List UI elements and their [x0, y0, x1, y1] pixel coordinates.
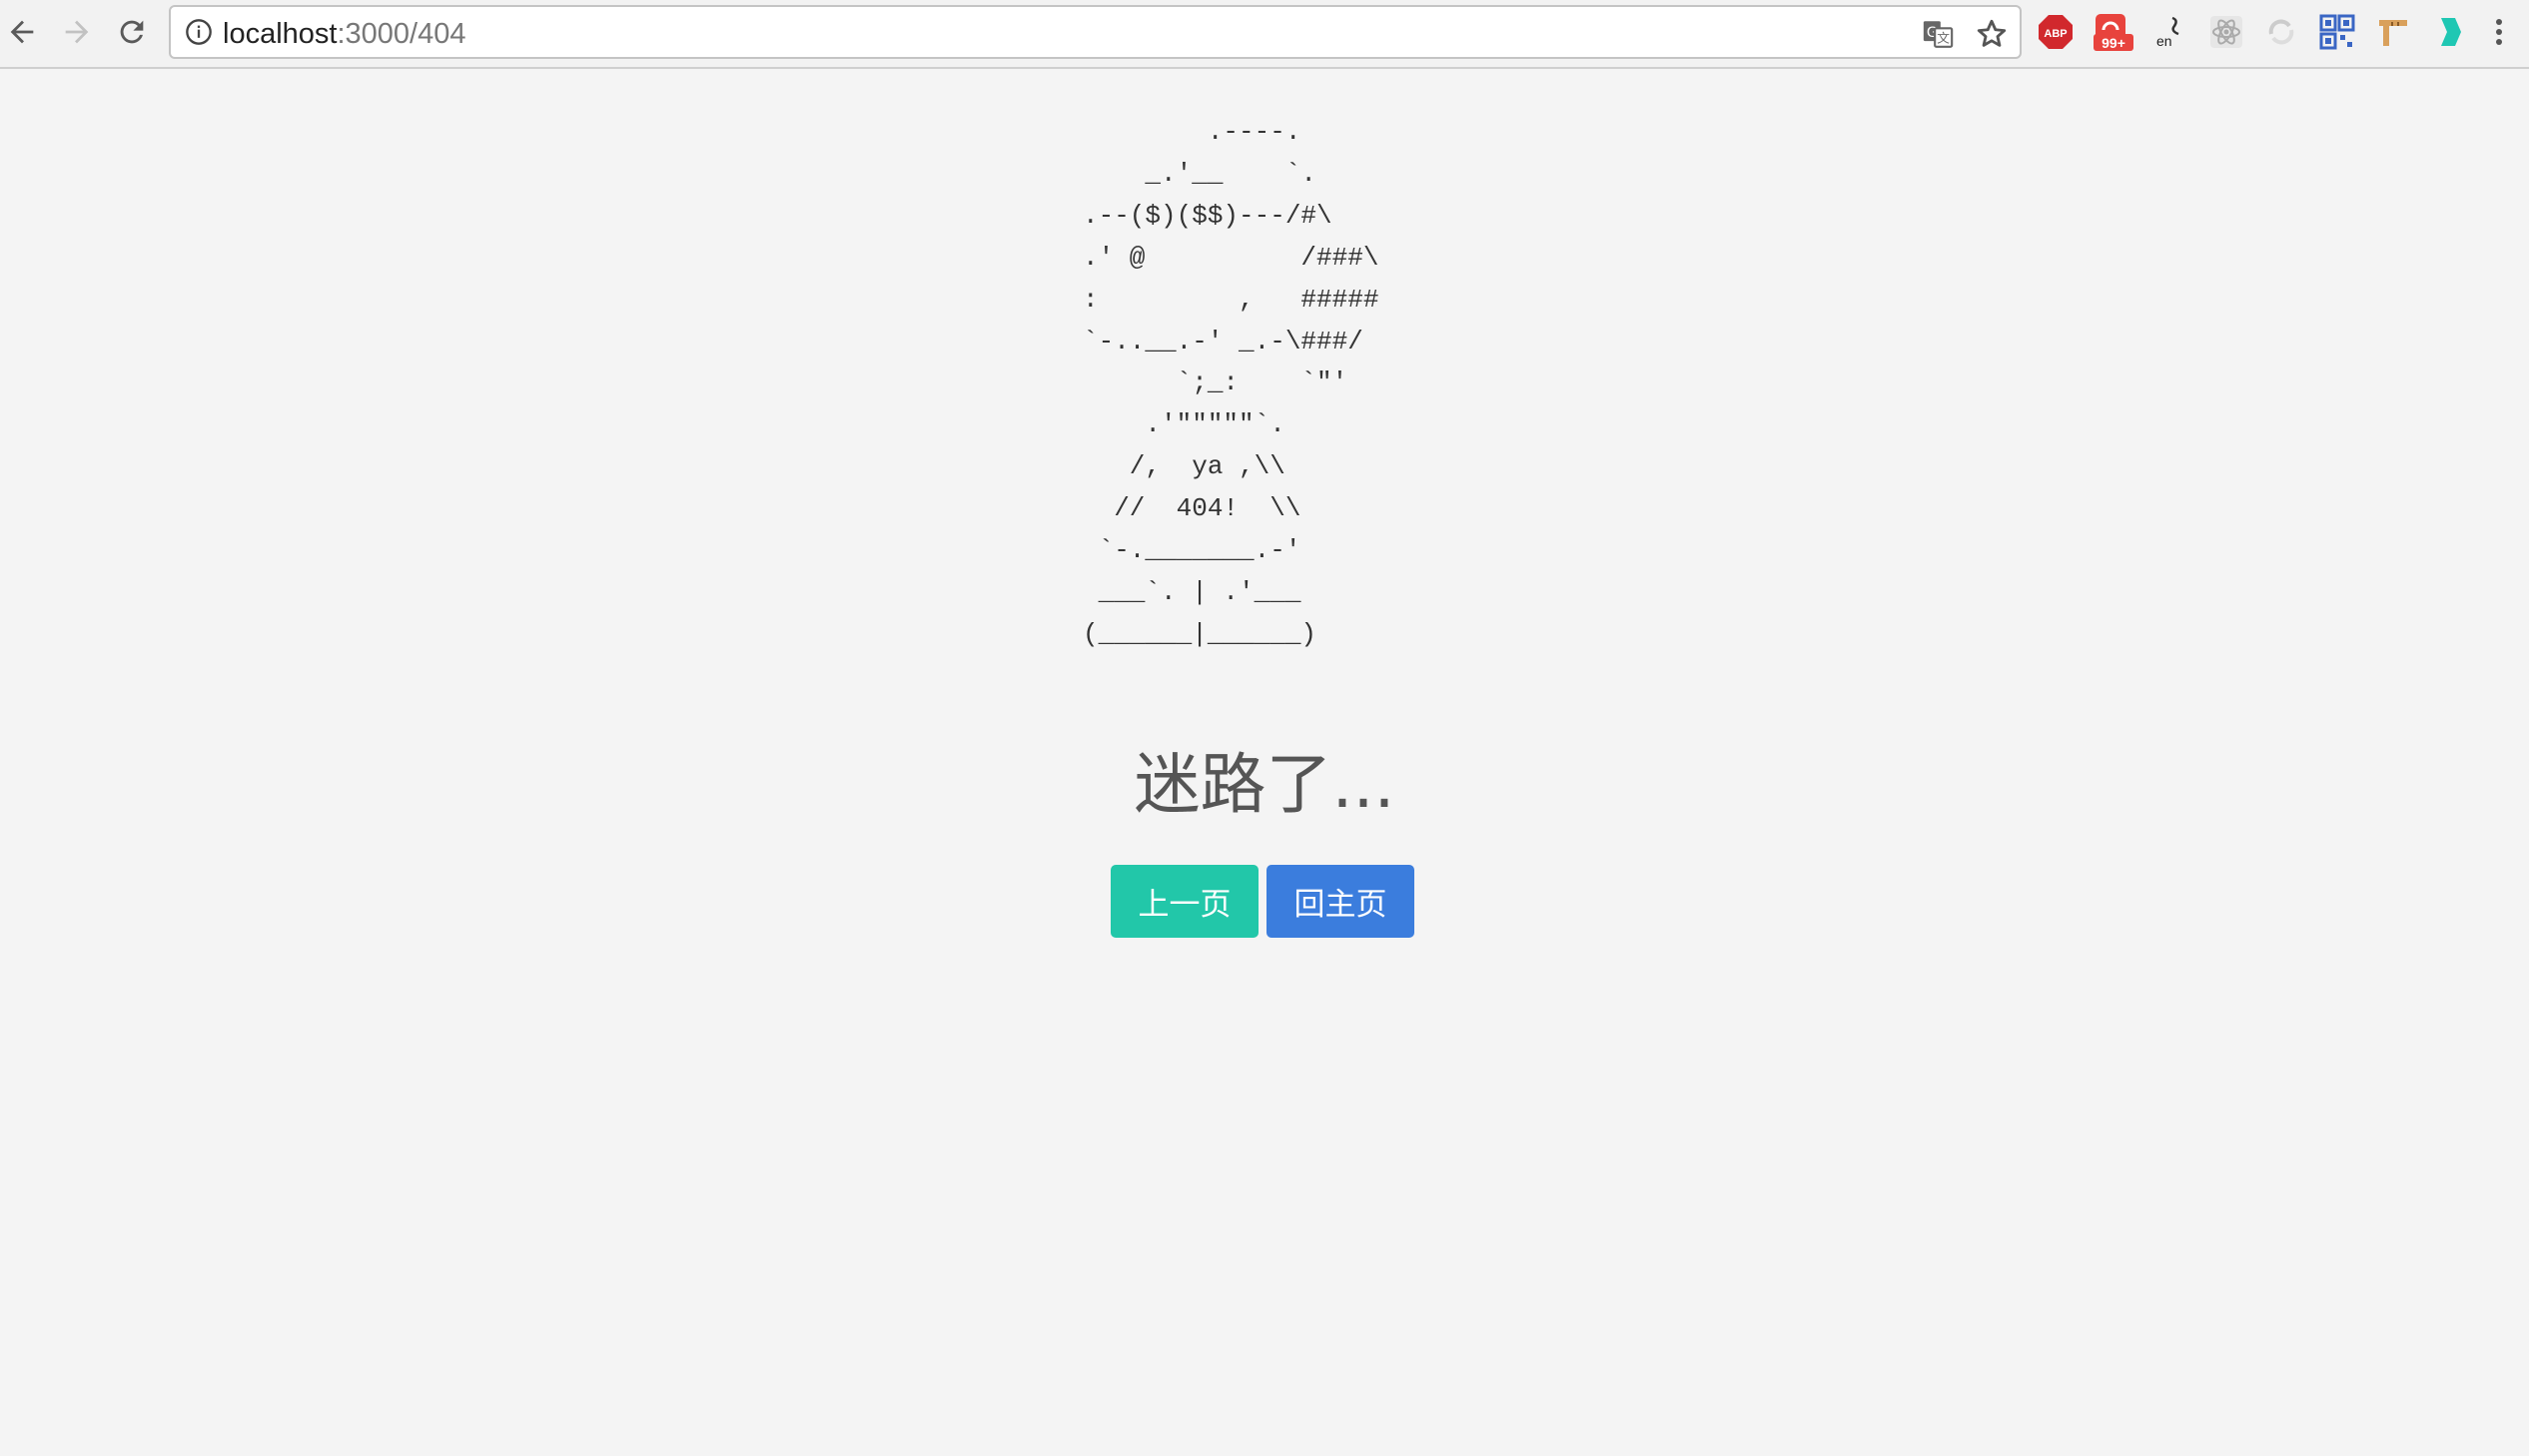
adblock-extension-icon[interactable]: ABP — [2038, 14, 2074, 50]
ruler-icon — [2379, 20, 2407, 46]
dictionary-icon: en — [2156, 16, 2179, 49]
svg-text:文: 文 — [1937, 32, 1950, 47]
translate-extension-icon[interactable]: en — [2152, 14, 2188, 50]
teal-leaf-icon — [2441, 18, 2461, 46]
info-icon[interactable] — [185, 18, 213, 46]
prev-page-button[interactable]: 上一页 — [1111, 865, 1259, 938]
react-devtools-extension-icon[interactable] — [2208, 14, 2244, 50]
translate-icon[interactable]: G 文 — [1921, 17, 1955, 51]
reload-icon — [120, 20, 144, 44]
react-atom-icon — [2210, 16, 2242, 48]
qrcode-extension-icon[interactable] — [2319, 14, 2355, 50]
url-path: :3000/404 — [337, 18, 466, 50]
url-host: localhost — [223, 18, 338, 50]
ascii-art-404: .----. _.'__ `. .--($)($$)---/#\ .' @ /#… — [1083, 117, 1379, 649]
page-content: .----. _.'__ `. .--($)($$)---/#\ .' @ /#… — [0, 71, 2529, 1456]
ruler-extension-icon[interactable] — [2375, 14, 2411, 50]
qrcode-icon — [2319, 14, 2355, 50]
badge-count: 99+ — [2102, 35, 2125, 51]
dictionary-label: en — [2156, 33, 2172, 49]
more-vert-icon — [2496, 19, 2502, 45]
browser-toolbar: localhost:3000/404 G 文 ABP 99+ en — [0, 0, 2529, 69]
adblock-icon: ABP — [2039, 15, 2073, 49]
bookmark-star-icon[interactable] — [1975, 17, 2009, 51]
browser-menu-button[interactable] — [2487, 14, 2511, 50]
url-text[interactable]: localhost:3000/404 — [223, 15, 465, 53]
mail-badge-icon: 99+ — [2094, 14, 2133, 51]
forward-button[interactable] — [55, 10, 99, 54]
forward-arrow-icon — [65, 20, 89, 44]
sync-extension-icon[interactable] — [2263, 14, 2299, 50]
swirl-icon — [2268, 19, 2294, 45]
notification-extension-icon[interactable]: 99+ — [2092, 14, 2135, 51]
back-button[interactable] — [0, 10, 44, 54]
bookmark-extension-icon[interactable] — [2431, 14, 2467, 50]
home-page-button[interactable]: 回主页 — [1266, 865, 1414, 938]
address-bar[interactable]: localhost:3000/404 G 文 — [169, 5, 2022, 59]
page-title: 迷路了... — [1134, 746, 1395, 823]
back-arrow-icon — [10, 20, 34, 44]
adblock-label: ABP — [2044, 28, 2067, 40]
reload-button[interactable] — [110, 10, 154, 54]
